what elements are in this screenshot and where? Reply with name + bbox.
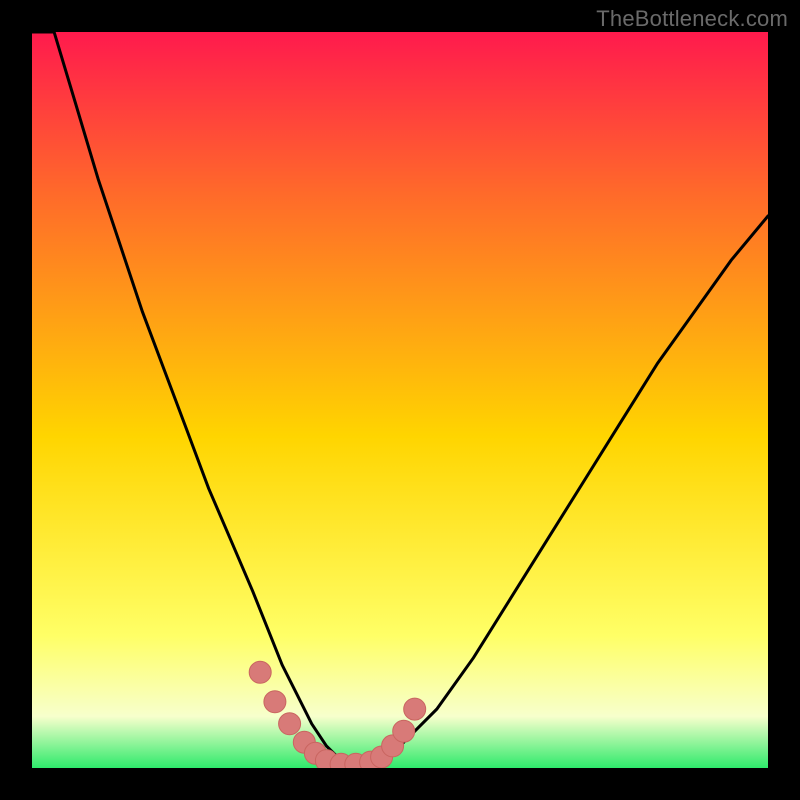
plot-area xyxy=(32,32,768,768)
bottleneck-curve xyxy=(32,32,768,768)
curve-marker xyxy=(279,713,301,735)
curve-layer xyxy=(32,32,768,768)
curve-marker xyxy=(264,691,286,713)
outer-frame: TheBottleneck.com xyxy=(0,0,800,800)
curve-marker xyxy=(393,720,415,742)
watermark-text: TheBottleneck.com xyxy=(596,6,788,32)
curve-marker xyxy=(404,698,426,720)
marker-group xyxy=(249,661,426,768)
curve-marker xyxy=(249,661,271,683)
